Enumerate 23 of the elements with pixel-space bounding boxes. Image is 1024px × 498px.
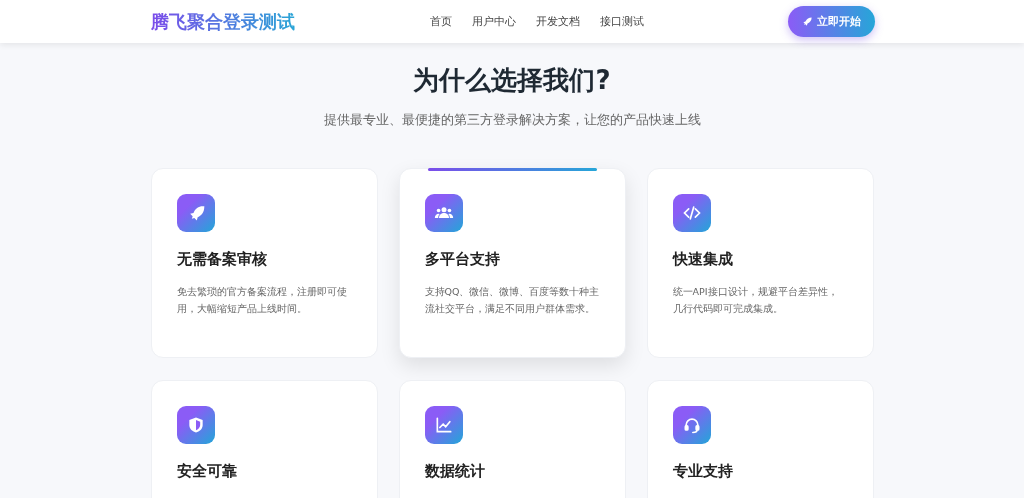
chart-icon — [424, 406, 463, 444]
headset-icon — [672, 406, 711, 444]
start-button[interactable]: 立即开始 — [788, 6, 875, 37]
feature-title: 数据统计 — [424, 462, 486, 481]
nav-link[interactable]: 开发文档 — [535, 14, 580, 29]
nav-link[interactable]: 接口测试 — [599, 14, 644, 29]
code-icon — [672, 194, 711, 232]
rocket-icon — [176, 194, 215, 232]
section-title: 为什么选择我们? — [413, 64, 611, 97]
section-subtitle: 提供最专业、最便捷的第三方登录解决方案，让您的产品快速上线 — [323, 112, 701, 129]
shield-icon — [176, 406, 215, 444]
feature-description: 免去繁琐的官方备案流程，注册即可使用，大幅缩短产品上线时间。 — [176, 285, 348, 316]
nav-link[interactable]: 用户中心 — [471, 14, 516, 29]
users-icon — [424, 194, 463, 232]
rocket-icon — [802, 16, 813, 27]
nav-link[interactable]: 首页 — [429, 14, 452, 29]
feature-description: 支持QQ、微信、微博、百度等数十种主流社交平台，满足不同用户群体需求。 — [424, 285, 600, 316]
feature-title: 快速集成 — [672, 250, 734, 269]
feature-title: 无需备案审核 — [176, 250, 268, 269]
feature-description: 统一API接口设计，规避平台差异性，几行代码即可完成集成。 — [672, 285, 839, 316]
feature-title: 专业支持 — [672, 462, 734, 481]
feature-title: 安全可靠 — [176, 462, 238, 481]
feature-title: 多平台支持 — [424, 250, 501, 269]
